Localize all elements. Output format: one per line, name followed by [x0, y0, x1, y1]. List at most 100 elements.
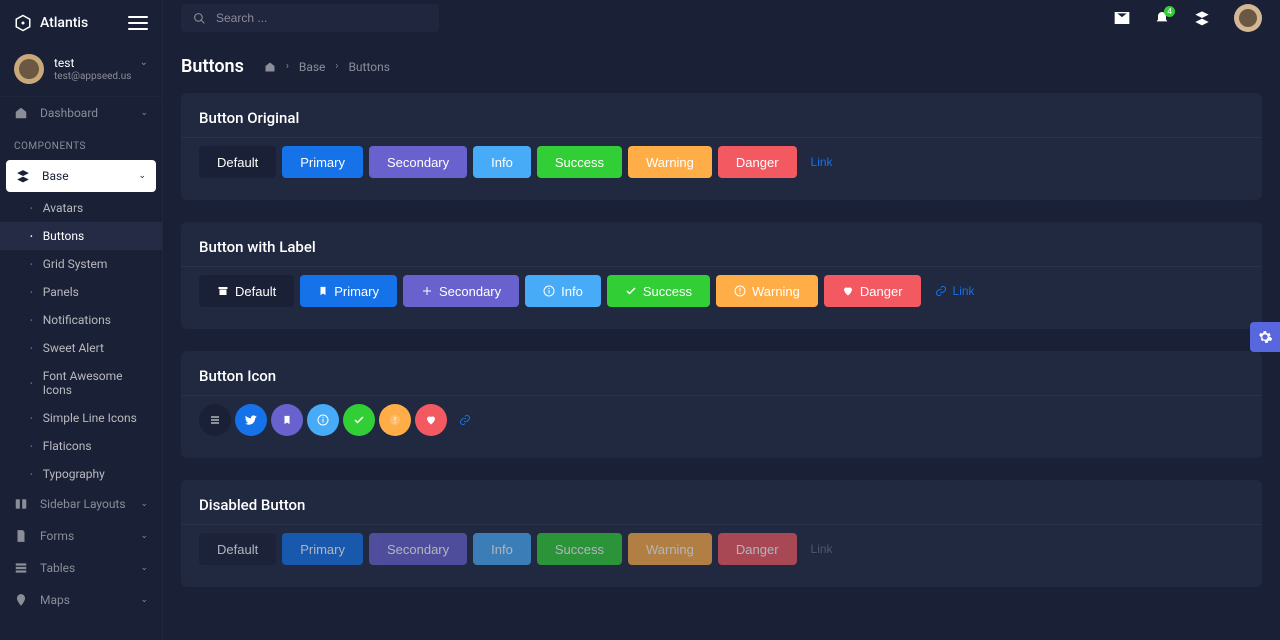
icon-button-success[interactable]	[343, 404, 375, 436]
chevron-down-icon: ⌄	[140, 595, 148, 605]
icon-button-danger[interactable]	[415, 404, 447, 436]
sidebar-sub-typography[interactable]: Typography	[0, 460, 162, 488]
breadcrumb-home[interactable]	[264, 61, 276, 73]
primary-button-disabled: Primary	[282, 533, 363, 565]
sidebar-sub-avatars[interactable]: Avatars	[0, 194, 162, 222]
info-button[interactable]: Info	[525, 275, 601, 307]
sidebar-item-label: Maps	[40, 593, 70, 607]
settings-fab[interactable]	[1250, 322, 1280, 352]
user-email: test@appseed.us	[54, 71, 131, 82]
link-button[interactable]: Link	[927, 275, 983, 307]
layers-icon[interactable]	[1188, 10, 1216, 26]
success-button-disabled: Success	[537, 533, 622, 565]
warning-button[interactable]: Warning	[628, 146, 712, 178]
exclamation-icon	[389, 414, 401, 426]
exclamation-icon	[734, 285, 746, 297]
icon-button-link[interactable]	[453, 404, 477, 436]
danger-button-disabled: Danger	[718, 533, 797, 565]
link-button[interactable]: Link	[803, 146, 841, 178]
icon-button-info[interactable]	[307, 404, 339, 436]
chevron-down-icon: ⌄	[140, 563, 148, 573]
align-icon	[209, 414, 221, 426]
info-button[interactable]: Info	[473, 146, 531, 178]
user-menu-avatar[interactable]	[1234, 4, 1262, 32]
default-button[interactable]: Default	[199, 275, 294, 307]
sidebar-item-maps[interactable]: Maps ⌄	[0, 584, 162, 616]
info-icon	[543, 285, 555, 297]
sidebar-sub-simpleline[interactable]: Simple Line Icons	[0, 404, 162, 432]
secondary-button[interactable]: Secondary	[403, 275, 519, 307]
chevron-right-icon: ›	[286, 61, 289, 72]
icon-button-secondary[interactable]	[271, 404, 303, 436]
card-button-original: Button Original Default Primary Secondar…	[181, 93, 1262, 200]
search-icon	[193, 12, 206, 25]
sidebar-item-forms[interactable]: Forms ⌄	[0, 520, 162, 552]
user-block[interactable]: test test@appseed.us ⌄	[0, 42, 162, 97]
search-field[interactable]	[216, 11, 427, 25]
primary-button[interactable]: Primary	[282, 146, 363, 178]
breadcrumb-base[interactable]: Base	[299, 60, 326, 74]
user-name: test	[54, 56, 131, 70]
card-disabled-button: Disabled Button Default Primary Secondar…	[181, 480, 1262, 587]
sidebar-sub-flaticons[interactable]: Flaticons	[0, 432, 162, 460]
sidebar-item-dashboard[interactable]: Dashboard ⌄	[0, 97, 162, 129]
gear-icon	[1257, 329, 1273, 345]
breadcrumb-current: Buttons	[348, 60, 390, 74]
sidebar-sub-panels[interactable]: Panels	[0, 278, 162, 306]
card-title: Disabled Button	[181, 480, 1262, 524]
success-button[interactable]: Success	[607, 275, 710, 307]
primary-button[interactable]: Primary	[300, 275, 397, 307]
icon-button-default[interactable]	[199, 404, 231, 436]
home-icon	[14, 106, 30, 120]
danger-button[interactable]: Danger	[718, 146, 797, 178]
warning-button[interactable]: Warning	[716, 275, 818, 307]
icon-button-warning[interactable]	[379, 404, 411, 436]
messages-icon[interactable]	[1108, 10, 1136, 26]
page-title: Buttons	[181, 56, 244, 77]
chevron-down-icon: ⌄	[140, 499, 148, 509]
link-icon	[459, 414, 471, 426]
sidebar-item-label: Dashboard	[40, 106, 98, 120]
sidebar-sub-notifications[interactable]: Notifications	[0, 306, 162, 334]
twitter-icon	[244, 413, 258, 427]
breadcrumb: › Base › Buttons	[264, 60, 390, 74]
link-icon	[935, 285, 947, 297]
warning-button-disabled: Warning	[628, 533, 712, 565]
sidebar-item-label: Forms	[40, 529, 74, 543]
chevron-down-icon: ⌄	[140, 531, 148, 541]
file-icon	[14, 529, 30, 543]
brand-logo[interactable]: Atlantis	[14, 14, 88, 32]
card-title: Button Original	[181, 93, 1262, 137]
avatar	[14, 54, 44, 84]
chevron-down-icon: ⌄	[140, 57, 148, 68]
card-title: Button Icon	[181, 351, 1262, 395]
bookmark-icon	[282, 414, 292, 426]
success-button[interactable]: Success	[537, 146, 622, 178]
chevron-down-icon: ⌄	[138, 171, 146, 181]
default-button[interactable]: Default	[199, 146, 276, 178]
layers-icon	[16, 169, 32, 183]
search-input[interactable]	[181, 4, 439, 32]
notifications-icon[interactable]: 4	[1148, 10, 1176, 26]
notification-badge: 4	[1164, 6, 1175, 17]
icon-button-primary[interactable]	[235, 404, 267, 436]
secondary-button-disabled: Secondary	[369, 533, 467, 565]
sidebar-item-tables[interactable]: Tables ⌄	[0, 552, 162, 584]
archive-icon	[217, 285, 229, 297]
sidebar-sub-buttons[interactable]: Buttons	[0, 222, 162, 250]
info-icon	[317, 414, 329, 426]
sidebar-item-base[interactable]: Base ⌄	[6, 160, 156, 192]
sidebar-sub-grid[interactable]: Grid System	[0, 250, 162, 278]
bookmark-icon	[318, 285, 328, 297]
danger-button[interactable]: Danger	[824, 275, 921, 307]
sidebar-item-label: Tables	[40, 561, 75, 575]
nav-section-components: COMPONENTS	[0, 129, 162, 158]
sidebar-sub-fontawesome[interactable]: Font Awesome Icons	[0, 362, 162, 404]
menu-toggle-icon[interactable]	[128, 16, 148, 30]
brand-icon	[14, 14, 32, 32]
columns-icon	[14, 497, 30, 511]
plus-icon	[421, 285, 433, 297]
sidebar-item-sidebar-layouts[interactable]: Sidebar Layouts ⌄	[0, 488, 162, 520]
sidebar-sub-sweetalert[interactable]: Sweet Alert	[0, 334, 162, 362]
secondary-button[interactable]: Secondary	[369, 146, 467, 178]
